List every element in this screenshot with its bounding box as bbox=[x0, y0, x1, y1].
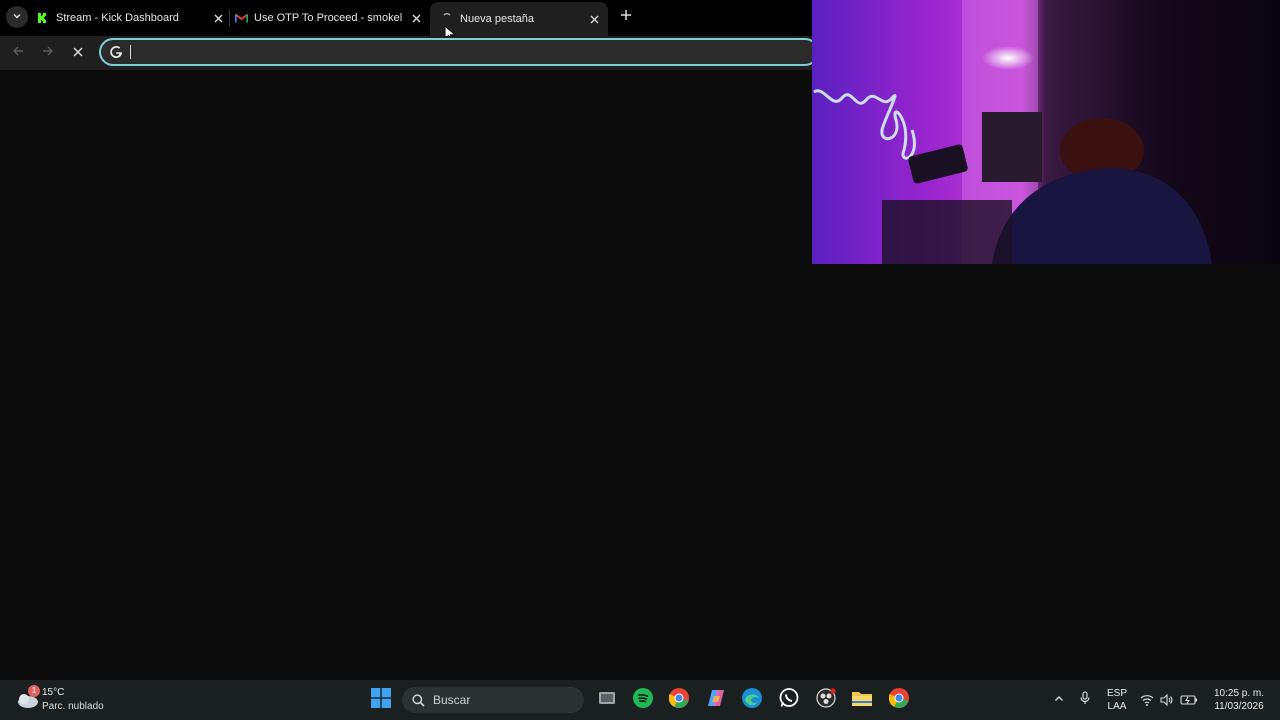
background-area bbox=[812, 264, 1280, 680]
taskbar-search[interactable]: Buscar bbox=[402, 687, 584, 713]
close-icon[interactable] bbox=[408, 10, 424, 26]
chrome-app[interactable] bbox=[667, 687, 691, 713]
language-indicator[interactable]: ESP LAA bbox=[1104, 687, 1130, 713]
forward-button[interactable] bbox=[36, 41, 60, 65]
chrome-icon bbox=[888, 687, 909, 713]
language-code: ESP bbox=[1106, 688, 1127, 699]
back-button[interactable] bbox=[6, 41, 30, 65]
text-cursor bbox=[130, 45, 131, 59]
arrow-left-icon bbox=[12, 44, 24, 62]
webcam-image bbox=[812, 0, 1280, 264]
plus-icon bbox=[620, 8, 632, 26]
copilot-app[interactable] bbox=[704, 688, 728, 712]
obs-icon bbox=[816, 687, 836, 713]
whatsapp-app[interactable] bbox=[777, 687, 801, 713]
chrome-icon bbox=[668, 687, 689, 713]
keyboard-layout: LAA bbox=[1107, 701, 1127, 712]
obs-app[interactable] bbox=[814, 687, 838, 713]
clock[interactable]: 10:25 p. m. 11/03/2026 bbox=[1206, 687, 1272, 713]
tab-separator bbox=[229, 10, 230, 26]
tab-strip: Stream - Kick Dashboard Use OTP To Proce… bbox=[0, 0, 812, 42]
clock-time: 10:25 p. m. bbox=[1213, 688, 1265, 699]
clock-date: 11/03/2026 bbox=[1214, 701, 1264, 712]
page-content bbox=[0, 70, 812, 680]
spotify-app[interactable] bbox=[631, 687, 655, 713]
tab-kick-dashboard[interactable]: Stream - Kick Dashboard bbox=[36, 4, 226, 32]
tab-title: Nueva pestaña bbox=[460, 13, 534, 25]
address-bar[interactable] bbox=[99, 38, 819, 66]
webcam-overlay bbox=[812, 0, 1280, 264]
volume-icon bbox=[1160, 693, 1174, 711]
windows-taskbar: 1 15°C Parc. nublado Buscar ESP LAA 10:2… bbox=[0, 680, 1280, 720]
windows-logo-icon bbox=[371, 687, 391, 713]
google-icon bbox=[108, 44, 124, 60]
chrome-app-active[interactable] bbox=[887, 687, 911, 713]
edge-app[interactable] bbox=[740, 687, 764, 713]
close-icon bbox=[73, 44, 83, 62]
kick-icon bbox=[36, 11, 50, 25]
loading-icon bbox=[440, 12, 454, 26]
folder-icon bbox=[851, 689, 873, 712]
edge-icon bbox=[742, 687, 762, 713]
start-button[interactable] bbox=[369, 687, 393, 713]
task-view-button[interactable] bbox=[595, 688, 619, 712]
file-explorer-app[interactable] bbox=[850, 688, 874, 712]
notification-badge: 1 bbox=[28, 685, 40, 697]
quick-settings[interactable] bbox=[1140, 688, 1202, 712]
chevron-down-icon bbox=[12, 8, 22, 26]
wifi-icon bbox=[1140, 693, 1154, 711]
whatsapp-icon bbox=[779, 687, 799, 713]
weather-description: Parc. nublado bbox=[42, 701, 104, 712]
tab-search-button[interactable] bbox=[6, 6, 28, 28]
gmail-icon bbox=[234, 11, 248, 25]
weather-widget[interactable]: 1 15°C Parc. nublado bbox=[12, 680, 122, 720]
tab-new-tab[interactable]: Nueva pestaña bbox=[430, 2, 608, 36]
close-icon[interactable] bbox=[210, 10, 226, 26]
microphone-button[interactable] bbox=[1073, 688, 1097, 712]
task-view-icon bbox=[598, 690, 616, 711]
tab-title: Stream - Kick Dashboard bbox=[56, 12, 179, 24]
spotify-icon bbox=[633, 687, 653, 713]
close-icon[interactable] bbox=[586, 11, 602, 27]
arrow-right-icon bbox=[42, 44, 54, 62]
browser-toolbar bbox=[0, 36, 819, 70]
new-tab-button[interactable] bbox=[616, 7, 636, 27]
copilot-icon bbox=[706, 688, 726, 713]
chevron-up-icon bbox=[1054, 691, 1064, 709]
battery-icon bbox=[1180, 693, 1198, 711]
search-icon bbox=[412, 693, 425, 707]
show-hidden-icons-button[interactable] bbox=[1047, 688, 1071, 712]
stop-loading-button[interactable] bbox=[66, 41, 90, 65]
microphone-icon bbox=[1079, 690, 1091, 710]
tab-title: Use OTP To Proceed - smokelh bbox=[254, 12, 402, 24]
tab-gmail-otp[interactable]: Use OTP To Proceed - smokelh bbox=[234, 4, 424, 32]
search-label: Buscar bbox=[433, 693, 471, 707]
weather-temperature: 15°C bbox=[42, 687, 65, 698]
